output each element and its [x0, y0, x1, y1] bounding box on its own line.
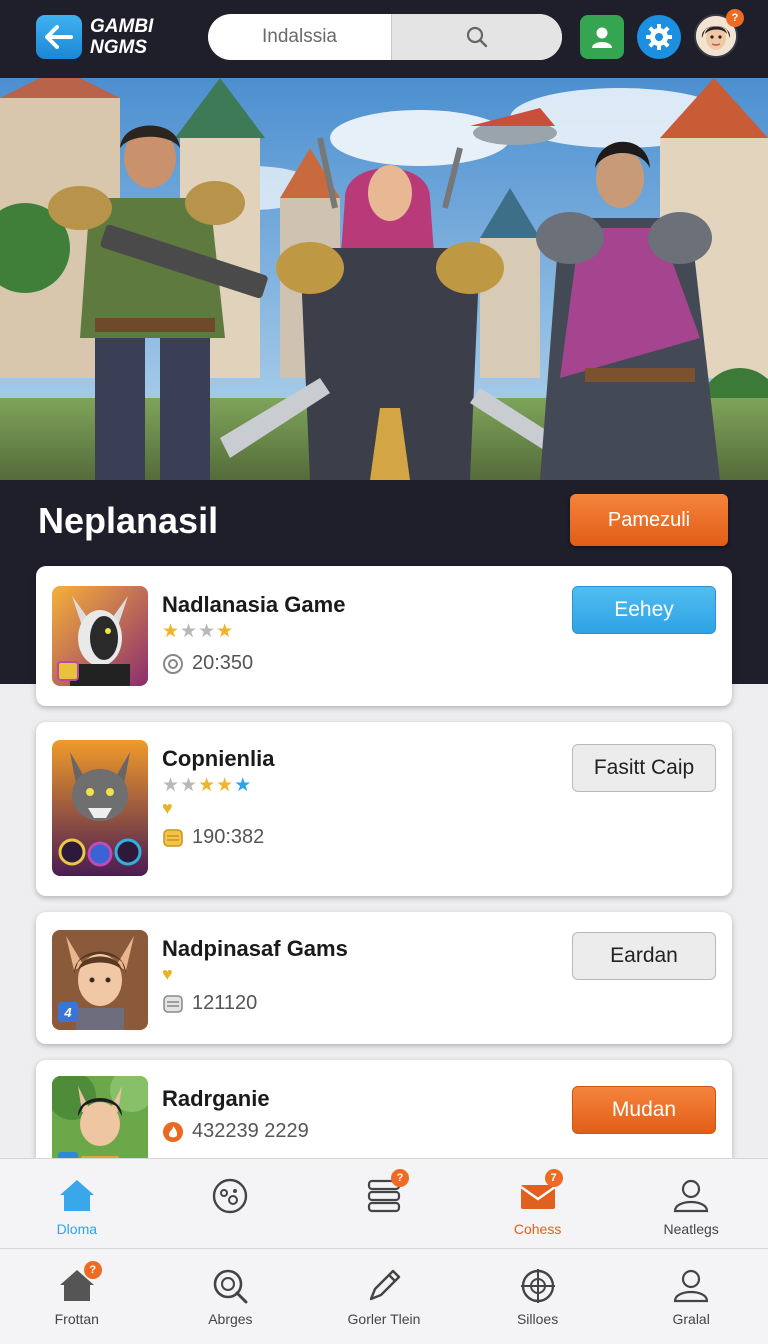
- coins-icon: [163, 994, 183, 1013]
- player-count-value: 432239 2229: [192, 1120, 309, 1142]
- hero-banner[interactable]: [0, 78, 768, 480]
- nav-item-silloes[interactable]: Silloes: [461, 1265, 615, 1344]
- settings-button[interactable]: [637, 15, 681, 59]
- nav-label: Gorler Tlein: [347, 1311, 421, 1327]
- game-artwork: [52, 740, 148, 876]
- game-action-button[interactable]: Eardan: [572, 932, 716, 980]
- nav-item-neatlegs[interactable]: Neatlegs: [614, 1175, 768, 1248]
- logo-line-1: GAMBI: [90, 16, 154, 37]
- nav-badge: ?: [83, 1261, 102, 1279]
- nav-label: Frottan: [54, 1311, 99, 1327]
- gear-icon: [646, 24, 672, 50]
- flame-icon: [163, 1121, 183, 1142]
- search-button[interactable]: [392, 14, 562, 60]
- game-thumbnail[interactable]: [52, 586, 148, 686]
- nav-label: Cohess: [513, 1221, 562, 1237]
- nav-label: Gralal: [672, 1311, 710, 1327]
- user-icon: [592, 27, 612, 48]
- rating-stars: ★★★★: [162, 621, 235, 642]
- game-title[interactable]: Nadlanasia Game: [162, 592, 345, 618]
- home-icon: [59, 1180, 94, 1211]
- game-card[interactable]: 4 Nadpinasaf Gams ♥ 121120 Eardan: [36, 912, 732, 1044]
- bottom-nav: ? Frottan Abrges Gorler Tlein Silloes Gr…: [0, 1248, 768, 1344]
- search-icon: [466, 26, 488, 48]
- game-artwork: [52, 586, 148, 686]
- arrow-left-icon: [45, 25, 73, 49]
- nav-item-dloma[interactable]: Dloma: [0, 1175, 154, 1248]
- section-title: Neplanasil: [38, 500, 219, 541]
- nav-item-controller[interactable]: [154, 1175, 308, 1248]
- game-title[interactable]: Nadpinasaf Gams: [162, 936, 348, 962]
- game-action-button[interactable]: Eehey: [572, 586, 716, 634]
- game-card[interactable]: Copnienlia ★★★★★ ♥ 190:382 Fasitt Caip: [36, 722, 732, 896]
- nav-item-stack[interactable]: ?: [307, 1169, 461, 1248]
- nav-label: Silloes: [516, 1311, 559, 1327]
- target-icon: [520, 1269, 555, 1303]
- hero-artwork: [0, 78, 768, 480]
- game-action-button[interactable]: Fasitt Caip: [572, 744, 716, 792]
- game-artwork: 4: [52, 930, 148, 1030]
- game-action-button[interactable]: Mudan: [572, 1086, 716, 1134]
- nav-label: Abrges: [208, 1311, 253, 1327]
- back-button[interactable]: [36, 15, 82, 59]
- game-thumbnail[interactable]: [52, 740, 148, 876]
- notification-badge: ?: [726, 9, 744, 27]
- heart-icon: ♥: [162, 798, 173, 818]
- game-thumbnail[interactable]: 4: [52, 930, 148, 1030]
- coins-icon: [163, 828, 183, 847]
- nav-badge: 7: [544, 1169, 563, 1187]
- top-bar: GAMBI NGMS Indalssia ?: [0, 0, 768, 78]
- home-icon-wrap: ?: [56, 1261, 102, 1307]
- coin-icon: [163, 653, 183, 674]
- nav-label: Neatlegs: [663, 1221, 719, 1237]
- app-logo: GAMBI NGMS: [90, 16, 153, 58]
- game-title[interactable]: Radrganie: [162, 1086, 270, 1112]
- nav-item-abrges[interactable]: Abrges: [154, 1265, 308, 1344]
- search-bar[interactable]: Indalssia: [208, 14, 562, 60]
- section-action-button[interactable]: Pamezuli: [570, 494, 728, 546]
- person-icon: [674, 1269, 709, 1303]
- nav-item-cohess[interactable]: 7 Cohess: [461, 1169, 615, 1248]
- svg-text:4: 4: [63, 1005, 72, 1020]
- logo-line-2: NGMS: [90, 37, 147, 58]
- nav-item-frottan[interactable]: ? Frottan: [0, 1261, 154, 1344]
- nav-item-gralal[interactable]: Gralal: [614, 1265, 768, 1344]
- controller-icon: [213, 1178, 248, 1214]
- heart-icon: ♥: [162, 964, 173, 984]
- player-count: 432239 2229: [162, 1120, 309, 1143]
- nav-label: Dloma: [56, 1221, 98, 1237]
- player-count: 20:350: [162, 652, 253, 675]
- rating-stars: ★★★★★: [162, 775, 253, 796]
- stack-icon-wrap: ?: [363, 1169, 409, 1217]
- player-count-value: 190:382: [192, 826, 265, 848]
- nav-badge: ?: [390, 1169, 409, 1187]
- game-title[interactable]: Copnienlia: [162, 746, 274, 772]
- player-count-value: 121120: [192, 992, 258, 1014]
- mail-icon-wrap: 7: [517, 1169, 563, 1217]
- game-card[interactable]: Nadlanasia Game ★★★★ 20:350 Eehey: [36, 566, 732, 706]
- search-input[interactable]: Indalssia: [208, 14, 392, 60]
- search-icon: [214, 1269, 248, 1304]
- player-count-value: 20:350: [192, 652, 254, 674]
- profile-button[interactable]: [580, 15, 624, 59]
- tab-bar: Dloma ? 7 Cohess Neatlegs: [0, 1158, 768, 1248]
- player-count: 190:382: [162, 826, 264, 849]
- player-count: 121120: [162, 992, 257, 1015]
- person-icon: [674, 1179, 709, 1213]
- pencil-icon: [369, 1269, 401, 1301]
- nav-item-gorler-tlein[interactable]: Gorler Tlein: [307, 1265, 461, 1344]
